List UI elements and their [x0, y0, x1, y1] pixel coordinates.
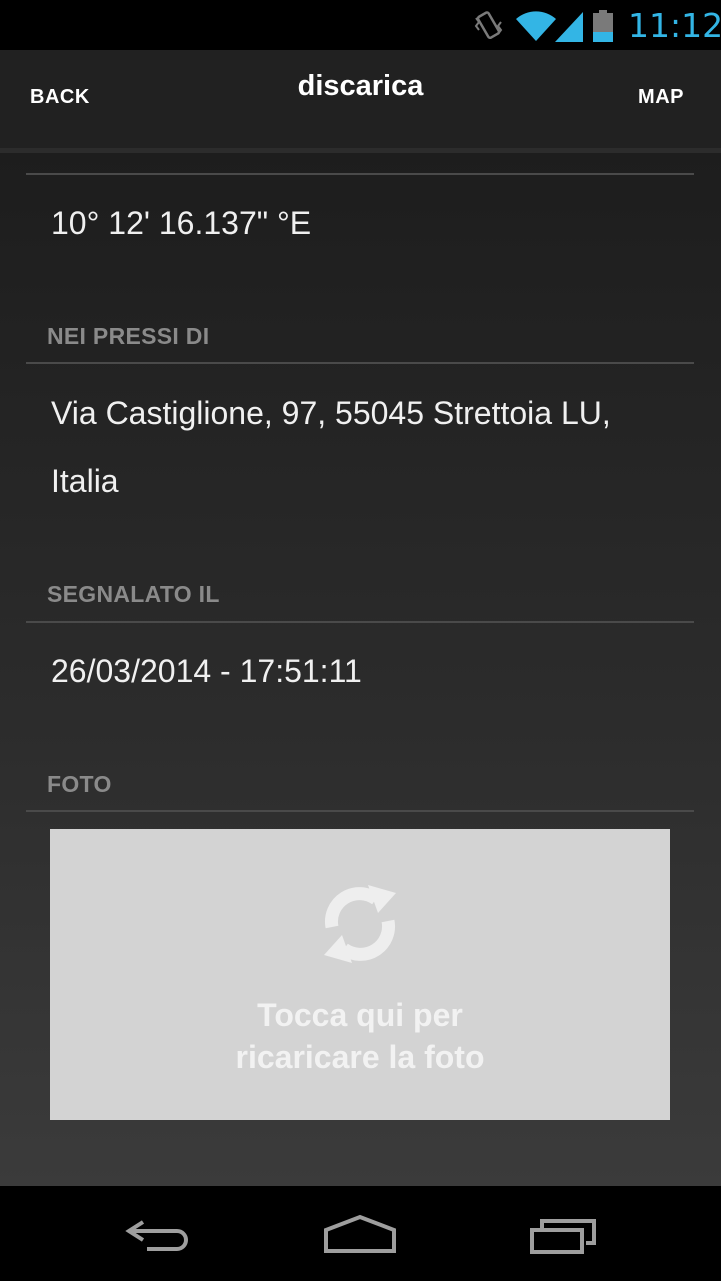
reported-date-value: 26/03/2014 - 17:51:11 [51, 653, 362, 689]
photo-header: FOTO [47, 771, 112, 797]
home-icon[interactable] [323, 1214, 397, 1254]
clock: 11:12 [628, 6, 721, 45]
divider [26, 173, 694, 175]
wifi-icon [516, 11, 556, 41]
signal-icon [555, 12, 583, 42]
photo-reload-line-2: ricaricare la foto [235, 1039, 485, 1075]
status-bar: 11:12 [0, 0, 721, 50]
address-line-1: Via Castiglione, 97, 55045 Strettoia LU, [51, 395, 611, 431]
longitude-value: 10° 12' 16.137" °E [51, 205, 312, 241]
photo-reload-box[interactable]: Tocca qui per ricaricare la foto [50, 829, 670, 1120]
divider [26, 362, 694, 364]
photo-reload-text: Tocca qui per ricaricare la foto [50, 994, 670, 1078]
page-title: discarica [297, 70, 424, 102]
photo-reload-line-1: Tocca qui per [257, 997, 463, 1033]
nearby-header: NEI PRESSI DI [47, 323, 210, 349]
back-icon[interactable] [125, 1216, 195, 1252]
action-bar: BACK discarica MAP [0, 50, 721, 153]
address-line-2: Italia [51, 463, 119, 499]
reported-header: SEGNALATO IL [47, 581, 220, 607]
divider [26, 810, 694, 812]
navigation-bar [0, 1186, 721, 1281]
recents-icon[interactable] [528, 1215, 598, 1255]
battery-icon [593, 10, 613, 42]
refresh-icon [324, 885, 396, 963]
details-scroll-area[interactable]: 10° 12' 16.137" °E NEI PRESSI DI Via Cas… [0, 153, 721, 1186]
divider [26, 621, 694, 623]
vibrate-icon [474, 11, 503, 40]
map-button[interactable]: MAP [638, 86, 684, 109]
